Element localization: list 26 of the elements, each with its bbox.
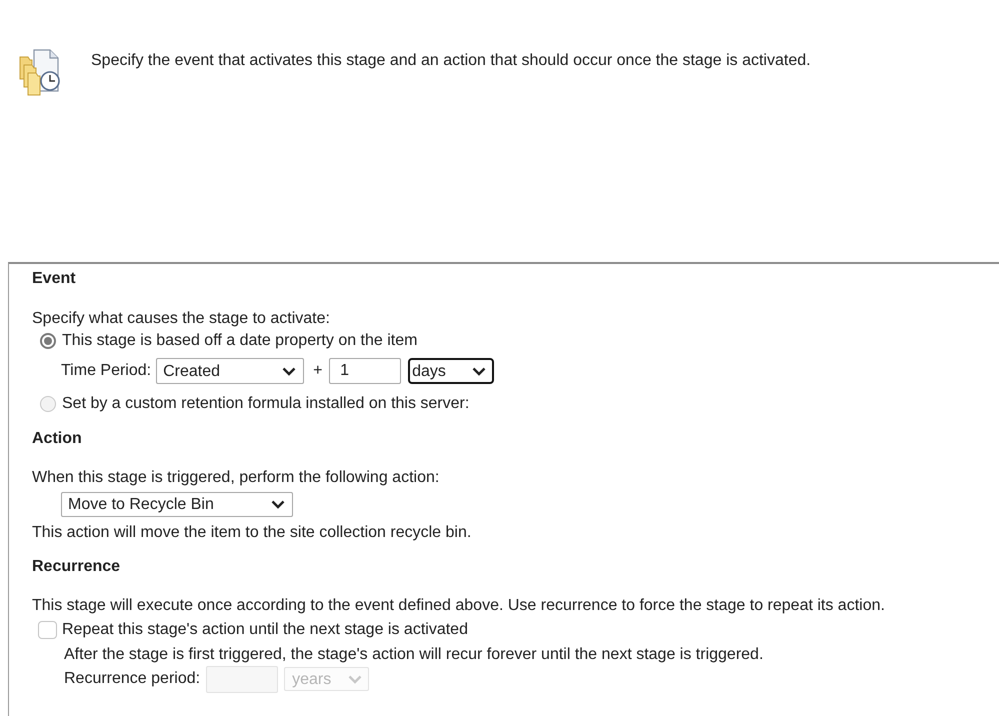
checkbox-label[interactable]: Repeat this stage's action until the next stage is activated — [62, 620, 468, 640]
action-description: This action will move the item to the site collection recycle bin. — [32, 523, 472, 543]
radio-label[interactable]: This stage is based off a date property on the item — [62, 331, 418, 351]
prompt-text: When this stage is triggered, perform the following action: — [32, 468, 440, 488]
chevron-down-icon — [271, 500, 285, 509]
chevron-down-icon — [348, 674, 362, 684]
chevron-down-icon — [282, 366, 296, 376]
field-label: Time Period: — [61, 361, 152, 381]
unit-dropdown[interactable]: days — [408, 358, 494, 384]
prompt-text: Specify what causes the stage to activate: — [32, 309, 330, 329]
action-dropdown[interactable]: Move to Recycle Bin — [61, 492, 293, 517]
radio-button[interactable] — [40, 396, 56, 412]
radio-label[interactable]: Set by a custom retention formula installed on this server: — [62, 394, 470, 414]
checkbox[interactable] — [38, 621, 57, 639]
plus-sign: + — [313, 361, 324, 381]
section-heading: Action — [32, 429, 82, 449]
radio-button[interactable] — [40, 333, 56, 349]
recurrence-description: This stage will execute once according to the event defined above. Use recurrence to force the stage to repeat its action. — [32, 596, 885, 616]
section-heading: Event — [32, 269, 76, 289]
recurrence-note: After the stage is first triggered, the stage's action will recur forever until the next stage is triggered. — [64, 645, 764, 665]
property-dropdown[interactable]: Created — [156, 358, 304, 384]
section-heading: Recurrence — [32, 557, 120, 577]
chevron-down-icon — [472, 366, 486, 376]
field-label: Recurrence period: — [64, 669, 200, 689]
page-description: Specify the event that activates this stage and an action that should occur once the stage is activated. — [91, 51, 811, 71]
number-field[interactable]: 1 — [329, 358, 402, 384]
